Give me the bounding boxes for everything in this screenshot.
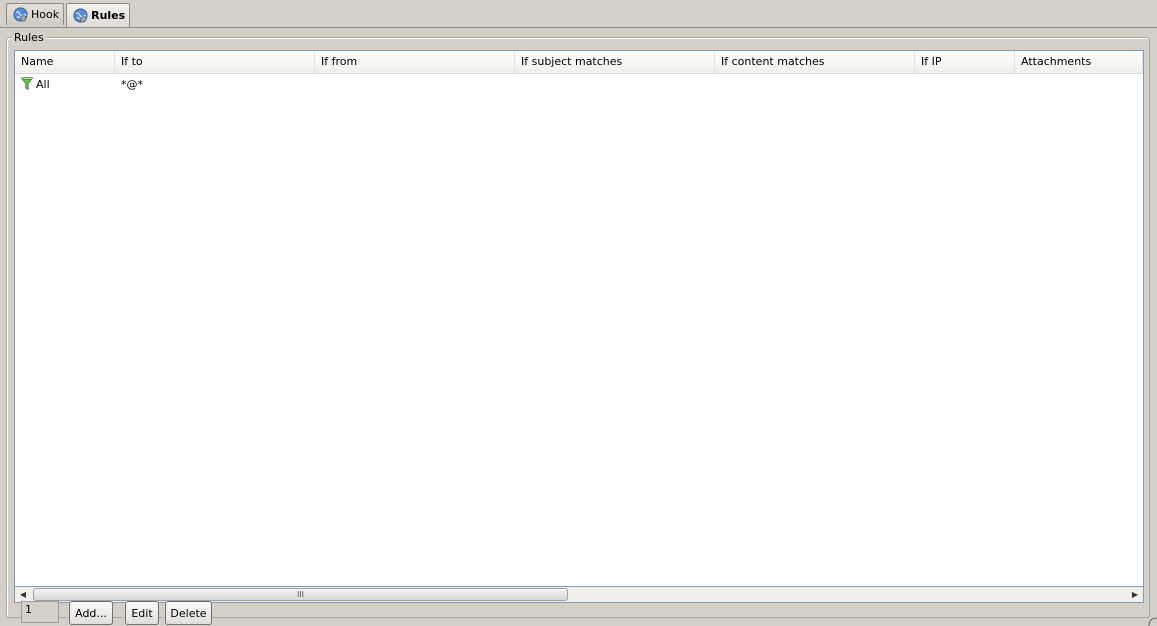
scroll-left-icon[interactable]: ◀ bbox=[15, 587, 31, 602]
group-label: Rules bbox=[12, 31, 46, 45]
table-cell-if-to: *@* bbox=[121, 77, 143, 91]
tab-rules-label: Rules bbox=[91, 9, 126, 22]
column-header-attachments[interactable]: Attachments bbox=[1015, 51, 1143, 73]
tab-rules[interactable]: Rules bbox=[66, 3, 131, 27]
column-header-if-from[interactable]: If from bbox=[315, 51, 515, 73]
delete-button[interactable]: Delete bbox=[165, 601, 212, 625]
column-header-name[interactable]: Name bbox=[15, 51, 115, 73]
tab-hook[interactable]: Hook bbox=[6, 3, 65, 25]
add-button[interactable]: Add... bbox=[69, 601, 113, 625]
scrollbar-thumb[interactable]: III bbox=[33, 588, 568, 601]
column-header-if-subject[interactable]: If subject matches bbox=[515, 51, 715, 73]
table-header: Name If to If from If subject matches If… bbox=[15, 51, 1143, 74]
scroll-right-icon[interactable]: ▶ bbox=[1127, 587, 1143, 602]
column-header-if-content[interactable]: If content matches bbox=[715, 51, 915, 73]
globe-icon bbox=[13, 7, 28, 22]
column-header-if-to[interactable]: If to bbox=[115, 51, 315, 73]
rules-panel: Rules Name If to If from If subject matc… bbox=[0, 27, 1157, 625]
tab-hook-label: Hook bbox=[31, 8, 60, 21]
table-cell-name: All bbox=[15, 77, 115, 91]
table-row[interactable]: All *@* bbox=[15, 74, 1143, 94]
rules-group: Rules Name If to If from If subject matc… bbox=[6, 31, 1150, 625]
rules-table: Name If to If from If subject matches If… bbox=[14, 50, 1144, 587]
globe-icon bbox=[73, 8, 88, 23]
rule-name: All bbox=[36, 77, 50, 91]
column-header-if-ip[interactable]: If IP bbox=[915, 51, 1015, 73]
rule-count: 1 bbox=[21, 601, 59, 623]
resize-grip-icon[interactable] bbox=[1147, 616, 1157, 626]
scrollbar-grip: III bbox=[296, 590, 305, 599]
edit-button[interactable]: Edit bbox=[125, 601, 159, 625]
funnel-icon bbox=[21, 77, 33, 91]
tab-strip: Hook Rules bbox=[6, 3, 132, 27]
